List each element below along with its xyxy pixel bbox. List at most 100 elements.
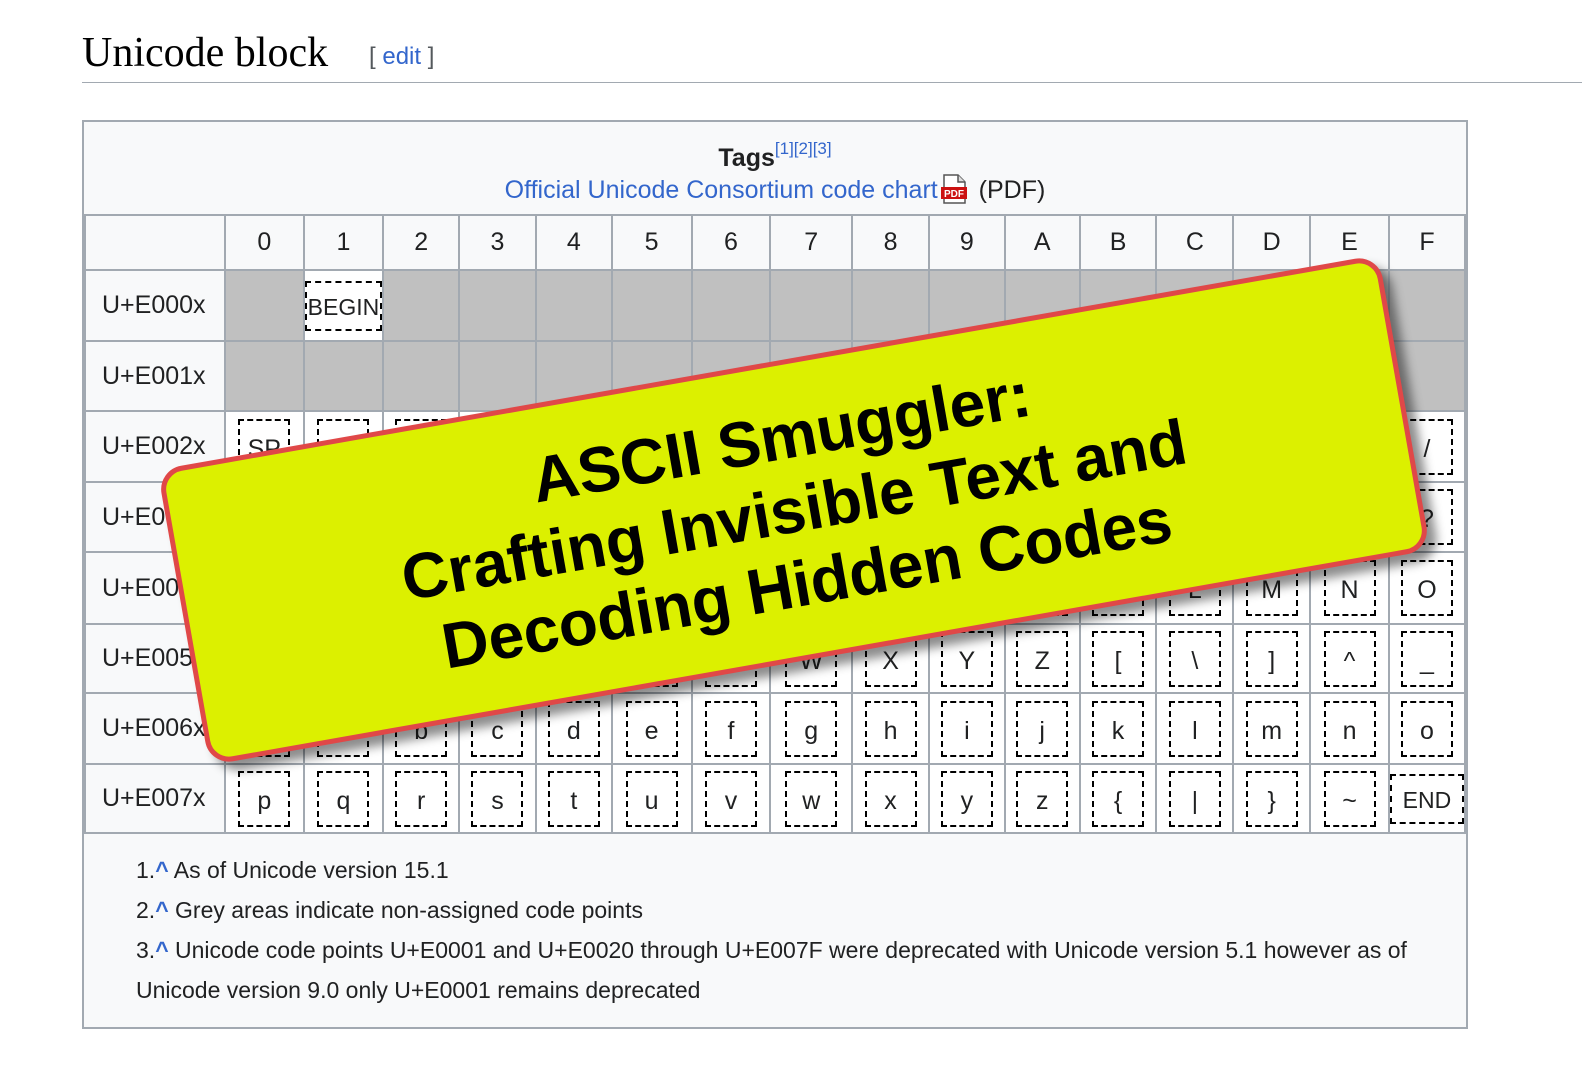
unassigned-cell bbox=[382, 269, 461, 342]
code-point-cell: p bbox=[223, 763, 305, 834]
code-point-cell: r bbox=[382, 763, 461, 834]
code-point-cell: y bbox=[927, 763, 1006, 834]
glyph-box: v bbox=[704, 770, 757, 827]
glyph-box: s bbox=[471, 770, 524, 827]
note-number: 3. bbox=[136, 937, 156, 963]
code-chart-link[interactable]: Official Unicode Consortium code chart bbox=[505, 176, 938, 204]
code-point-cell: w bbox=[769, 763, 854, 834]
table-notes: 1.^ As of Unicode version 15.1 2.^ Grey … bbox=[136, 850, 1426, 1010]
column-header: C bbox=[1155, 214, 1235, 271]
note-backlink[interactable]: ^ bbox=[155, 897, 168, 923]
edit-section: [ edit ] bbox=[369, 42, 434, 72]
glyph-box: _ bbox=[1400, 630, 1453, 687]
edit-link[interactable]: edit bbox=[382, 43, 421, 70]
code-point-cell: u bbox=[610, 763, 693, 834]
unassigned-cell bbox=[769, 269, 854, 342]
glyph-box: p bbox=[238, 770, 291, 827]
column-header: D bbox=[1232, 214, 1312, 271]
glyph-box: ^ bbox=[1323, 630, 1376, 687]
glyph-box: [ bbox=[1092, 630, 1145, 687]
code-point-cell: ~ bbox=[1309, 763, 1390, 834]
code-chart-line: Official Unicode Consortium code chart P… bbox=[84, 174, 1466, 206]
code-point-cell: { bbox=[1078, 763, 1158, 834]
glyph-box: { bbox=[1092, 770, 1145, 827]
section-title: Unicode block bbox=[82, 30, 329, 76]
glyph-box: t bbox=[547, 770, 600, 827]
code-point-cell: x bbox=[851, 763, 930, 834]
unassigned-cell bbox=[223, 340, 305, 412]
column-header: B bbox=[1078, 214, 1158, 271]
column-header: F bbox=[1387, 214, 1467, 271]
edit-bracket-open: [ bbox=[369, 43, 383, 70]
code-point-cell: l bbox=[1155, 692, 1235, 765]
row-header: U+E001x bbox=[84, 340, 226, 412]
column-header: 7 bbox=[769, 214, 854, 271]
code-point-cell: ] bbox=[1232, 623, 1312, 694]
code-point-cell: \ bbox=[1155, 623, 1235, 694]
unassigned-cell bbox=[610, 269, 693, 342]
glyph-box: o bbox=[1400, 700, 1453, 757]
glyph-box: y bbox=[940, 770, 993, 827]
glyph-box: END bbox=[1389, 773, 1464, 824]
note-text: Grey areas indicate non-assigned code po… bbox=[168, 897, 643, 923]
code-point-cell: v bbox=[690, 763, 772, 834]
code-point-cell: n bbox=[1309, 692, 1390, 765]
glyph-box: g bbox=[785, 700, 838, 757]
glyph-box: k bbox=[1092, 700, 1145, 757]
code-point-cell: | bbox=[1155, 763, 1235, 834]
glyph-box: | bbox=[1168, 770, 1221, 827]
code-point-cell: END bbox=[1387, 763, 1467, 834]
code-point-cell: h bbox=[851, 692, 930, 765]
code-point-cell: s bbox=[458, 763, 537, 834]
table-title: Tags[1][2][3] bbox=[84, 134, 1466, 173]
unassigned-cell bbox=[382, 340, 461, 412]
code-point-cell: t bbox=[534, 763, 613, 834]
row-header: U+E000x bbox=[84, 269, 226, 342]
note-backlink[interactable]: ^ bbox=[155, 857, 168, 883]
edit-bracket-close: ] bbox=[421, 43, 435, 70]
code-point-cell: O bbox=[1387, 551, 1467, 625]
unassigned-cell bbox=[223, 269, 305, 342]
note-backlink[interactable]: ^ bbox=[155, 937, 168, 963]
glyph-box: x bbox=[864, 770, 917, 827]
section-heading: Unicode block [ edit ] bbox=[82, 28, 1582, 83]
unassigned-cell bbox=[458, 269, 537, 342]
column-header: 9 bbox=[927, 214, 1006, 271]
glyph-box: u bbox=[625, 770, 678, 827]
grid-corner bbox=[84, 214, 226, 271]
note-text: As of Unicode version 15.1 bbox=[168, 857, 449, 883]
unassigned-cell bbox=[1387, 269, 1467, 342]
note-number: 1. bbox=[136, 857, 156, 883]
code-point-cell: e bbox=[610, 692, 693, 765]
note-number: 2. bbox=[136, 897, 156, 923]
glyph-box: m bbox=[1245, 700, 1298, 757]
glyph-box: f bbox=[704, 700, 757, 757]
note-text: Unicode code points U+E0001 and U+E0020 … bbox=[136, 937, 1407, 1003]
column-header: 8 bbox=[851, 214, 930, 271]
code-point-cell: [ bbox=[1078, 623, 1158, 694]
code-point-cell: z bbox=[1003, 763, 1081, 834]
glyph-box: } bbox=[1245, 770, 1298, 827]
unassigned-cell bbox=[302, 340, 385, 412]
note-2: 2.^ Grey areas indicate non-assigned cod… bbox=[136, 890, 1426, 930]
glyph-box: l bbox=[1168, 700, 1221, 757]
glyph-box: BEGIN bbox=[304, 280, 383, 331]
code-point-cell: q bbox=[302, 763, 385, 834]
ref-link-2[interactable]: [2] bbox=[794, 139, 813, 158]
glyph-box: h bbox=[864, 700, 917, 757]
column-header: 2 bbox=[382, 214, 461, 271]
table-title-text: Tags bbox=[718, 144, 775, 172]
column-header: 1 bbox=[302, 214, 385, 271]
column-header: 3 bbox=[458, 214, 537, 271]
unassigned-cell bbox=[851, 269, 930, 342]
glyph-box: ~ bbox=[1323, 770, 1376, 827]
pdf-icon: PDF bbox=[940, 174, 967, 204]
column-header: 4 bbox=[534, 214, 613, 271]
code-point-cell: j bbox=[1003, 692, 1081, 765]
note-3: 3.^ Unicode code points U+E0001 and U+E0… bbox=[136, 930, 1426, 1010]
ref-link-1[interactable]: [1] bbox=[775, 139, 794, 158]
code-point-cell: m bbox=[1232, 692, 1312, 765]
code-point-cell: o bbox=[1387, 692, 1467, 765]
code-point-cell: g bbox=[769, 692, 854, 765]
ref-link-3[interactable]: [3] bbox=[813, 139, 832, 158]
